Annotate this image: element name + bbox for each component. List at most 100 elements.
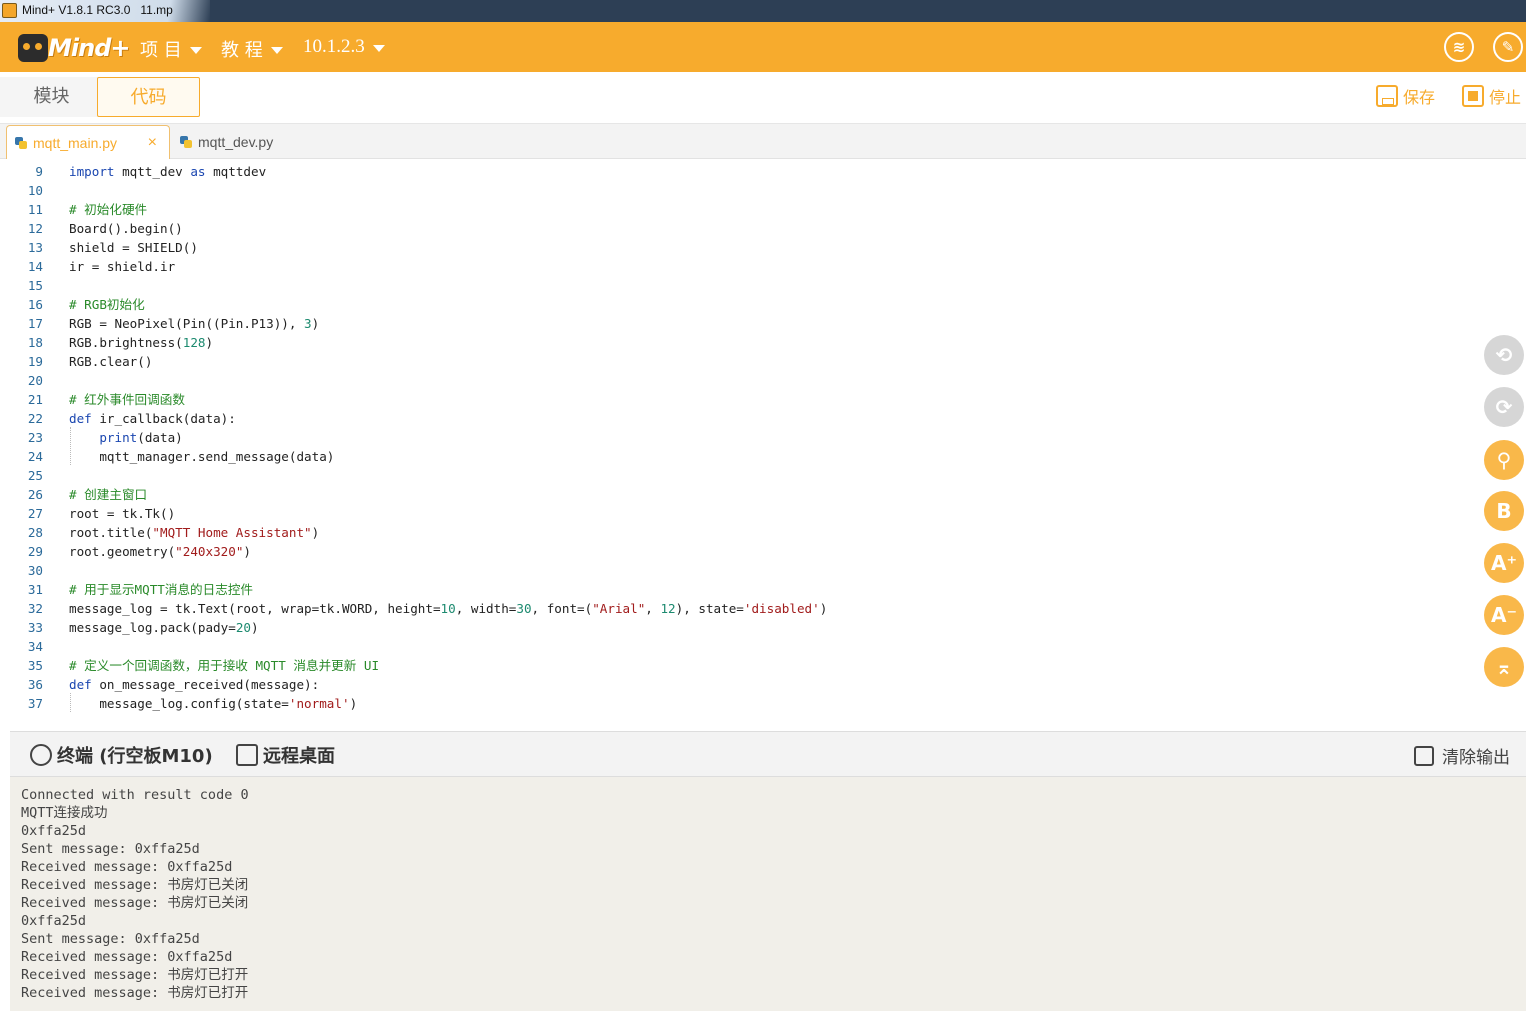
clear-output-button[interactable]: 清除输出 — [1414, 743, 1510, 768]
line-number: 37 — [27, 696, 43, 711]
code-text: # RGB初始化 — [69, 297, 145, 312]
tab-terminal[interactable]: 终端 (行空板M10) — [30, 742, 213, 768]
line-number: 32 — [27, 601, 43, 616]
code-line: 36 def on_message_received(message): — [0, 675, 1100, 694]
logo-text: Mind+ — [48, 34, 130, 62]
code-text: print(data) — [99, 430, 183, 445]
scroll-top-icon[interactable]: ⌅ — [1484, 647, 1524, 687]
code-line: 13 shield = SHIELD() — [0, 238, 1100, 257]
tab-blocks[interactable]: 模块 — [0, 77, 103, 117]
tab-remote-desktop[interactable]: 远程桌面 — [236, 742, 335, 768]
line-number: 36 — [27, 677, 43, 692]
code-text: Board().begin() — [69, 221, 183, 236]
file-tab-mqtt-main[interactable]: mqtt_main.py × — [6, 125, 170, 159]
line-number: 26 — [27, 487, 43, 502]
code-line: 16 # RGB初始化 — [0, 295, 1100, 314]
line-number: 23 — [27, 430, 43, 445]
tab-code[interactable]: 代码 — [97, 77, 200, 117]
line-number: 34 — [27, 639, 43, 654]
code-text: message_log = tk.Text(root, wrap=tk.WORD… — [69, 601, 828, 616]
terminal-line: 0xffa25d — [21, 913, 87, 929]
robot-logo-icon — [18, 34, 48, 62]
code-text: def ir_callback(data): — [69, 411, 236, 426]
line-number: 12 — [27, 221, 43, 236]
terminal-line: Sent message: 0xffa25d — [21, 931, 200, 947]
code-line: 18 RGB.brightness(128) — [0, 333, 1100, 352]
code-text: root.title("MQTT Home Assistant") — [69, 525, 320, 540]
window-titlebar: Mind+ V1.8.1 RC3.0 11.mp — [0, 0, 1526, 22]
code-line: 27 root = tk.Tk() — [0, 504, 1100, 523]
file-tab-mqtt-dev[interactable]: mqtt_dev.py — [172, 125, 312, 159]
line-number: 28 — [27, 525, 43, 540]
edit-icon[interactable]: ✎ — [1493, 32, 1523, 62]
line-number: 16 — [27, 297, 43, 312]
code-text: # 定义一个回调函数，用于接收 MQTT 消息并更新 UI — [69, 658, 380, 673]
file-tab-label: mqtt_dev.py — [198, 134, 274, 150]
terminal-line: MQTT连接成功 — [21, 805, 108, 821]
line-number: 11 — [27, 202, 43, 217]
font-decrease-icon[interactable]: A⁻ — [1484, 595, 1524, 635]
code-editor[interactable]: 9 import mqtt_dev as mqttdev 10 11 # 初始化硬件 12… — [0, 160, 1526, 730]
undo-icon[interactable]: ⟲ — [1484, 335, 1524, 375]
app-bar: Mind+ 项 目 教 程 10.1.2.3 ≋ ✎ — [0, 22, 1526, 72]
code-text: root.geometry("240x320") — [69, 544, 251, 559]
remote-desktop-label: 远程桌面 — [263, 746, 335, 767]
close-icon[interactable]: × — [148, 126, 157, 160]
line-number: 29 — [27, 544, 43, 559]
code-line: 15 — [0, 276, 1100, 295]
terminal-line: Received message: 书房灯已打开 — [21, 967, 249, 983]
code-line: 24 mqtt_manager.send_message(data) — [0, 447, 1100, 466]
code-text: root = tk.Tk() — [69, 506, 176, 521]
window-title: Mind+ V1.8.1 RC3.0 11.mp — [22, 3, 173, 17]
code-line: 33 message_log.pack(pady=20) — [0, 618, 1100, 637]
file-tab-bar: mqtt_main.py × mqtt_dev.py — [0, 124, 1526, 159]
line-number: 10 — [27, 183, 43, 198]
menu-project[interactable]: 项 目 — [140, 36, 202, 62]
terminal-tab-label: 终端 (行空板M10) — [57, 746, 213, 767]
line-number: 22 — [27, 411, 43, 426]
terminal-line: Received message: 书房灯已关闭 — [21, 895, 249, 911]
terminal-line: Received message: 0xffa25d — [21, 859, 233, 875]
line-number: 13 — [27, 240, 43, 255]
code-line: 22 def ir_callback(data): — [0, 409, 1100, 428]
terminal-line: Received message: 0xffa25d — [21, 949, 233, 965]
terminal-output[interactable]: Connected with result code 0 MQTT连接成功 0xff… — [10, 777, 1526, 1011]
menu-tutorial[interactable]: 教 程 — [221, 36, 283, 62]
chevron-down-icon — [372, 45, 385, 52]
redo-icon[interactable]: ⟳ — [1484, 387, 1524, 427]
code-line: 21 # 红外事件回调函数 — [0, 390, 1100, 409]
code-text: # 用于显示MQTT消息的日志控件 — [69, 582, 254, 597]
bold-icon[interactable]: B — [1484, 491, 1524, 531]
line-number: 25 — [27, 468, 43, 483]
stop-label: 停止 — [1489, 88, 1522, 107]
code-line: 34 — [0, 637, 1100, 656]
terminal-line: Sent message: 0xffa25d — [21, 841, 200, 857]
font-increase-icon[interactable]: A⁺ — [1484, 543, 1524, 583]
line-number: 21 — [27, 392, 43, 407]
file-tab-label: mqtt_main.py — [33, 135, 118, 151]
line-number: 30 — [27, 563, 43, 578]
code-line: 35 # 定义一个回调函数，用于接收 MQTT 消息并更新 UI — [0, 656, 1100, 675]
dashboard-icon[interactable]: ≋ — [1444, 32, 1474, 62]
clear-output-label: 清除输出 — [1442, 748, 1510, 768]
line-number: 19 — [27, 354, 43, 369]
menu-tutorial-label: 教 程 — [221, 40, 263, 61]
code-line: 19 RGB.clear() — [0, 352, 1100, 371]
code-text: def on_message_received(message): — [69, 677, 320, 692]
code-text: message_log.pack(pady=20) — [69, 620, 259, 635]
stop-button[interactable]: 停止 — [1462, 84, 1521, 108]
search-icon[interactable]: ⚲ — [1484, 440, 1524, 480]
code-line: 32 message_log = tk.Text(root, wrap=tk.WO… — [0, 599, 1100, 618]
code-line: 20 — [0, 371, 1100, 390]
menu-project-label: 项 目 — [140, 40, 182, 61]
code-text: message_log.config(state='normal') — [69, 696, 358, 711]
code-line: 11 # 初始化硬件 — [0, 200, 1100, 219]
code-text: # 创建主窗口 — [69, 487, 148, 502]
mindplus-logo: Mind+ — [18, 30, 130, 64]
code-text: # 初始化硬件 — [69, 202, 148, 217]
menu-device-connection[interactable]: 10.1.2.3 — [303, 36, 385, 58]
save-button[interactable]: 保存 — [1376, 84, 1435, 108]
code-line: 31 # 用于显示MQTT消息的日志控件 — [0, 580, 1100, 599]
line-number: 27 — [27, 506, 43, 521]
code-line: 25 — [0, 466, 1100, 485]
